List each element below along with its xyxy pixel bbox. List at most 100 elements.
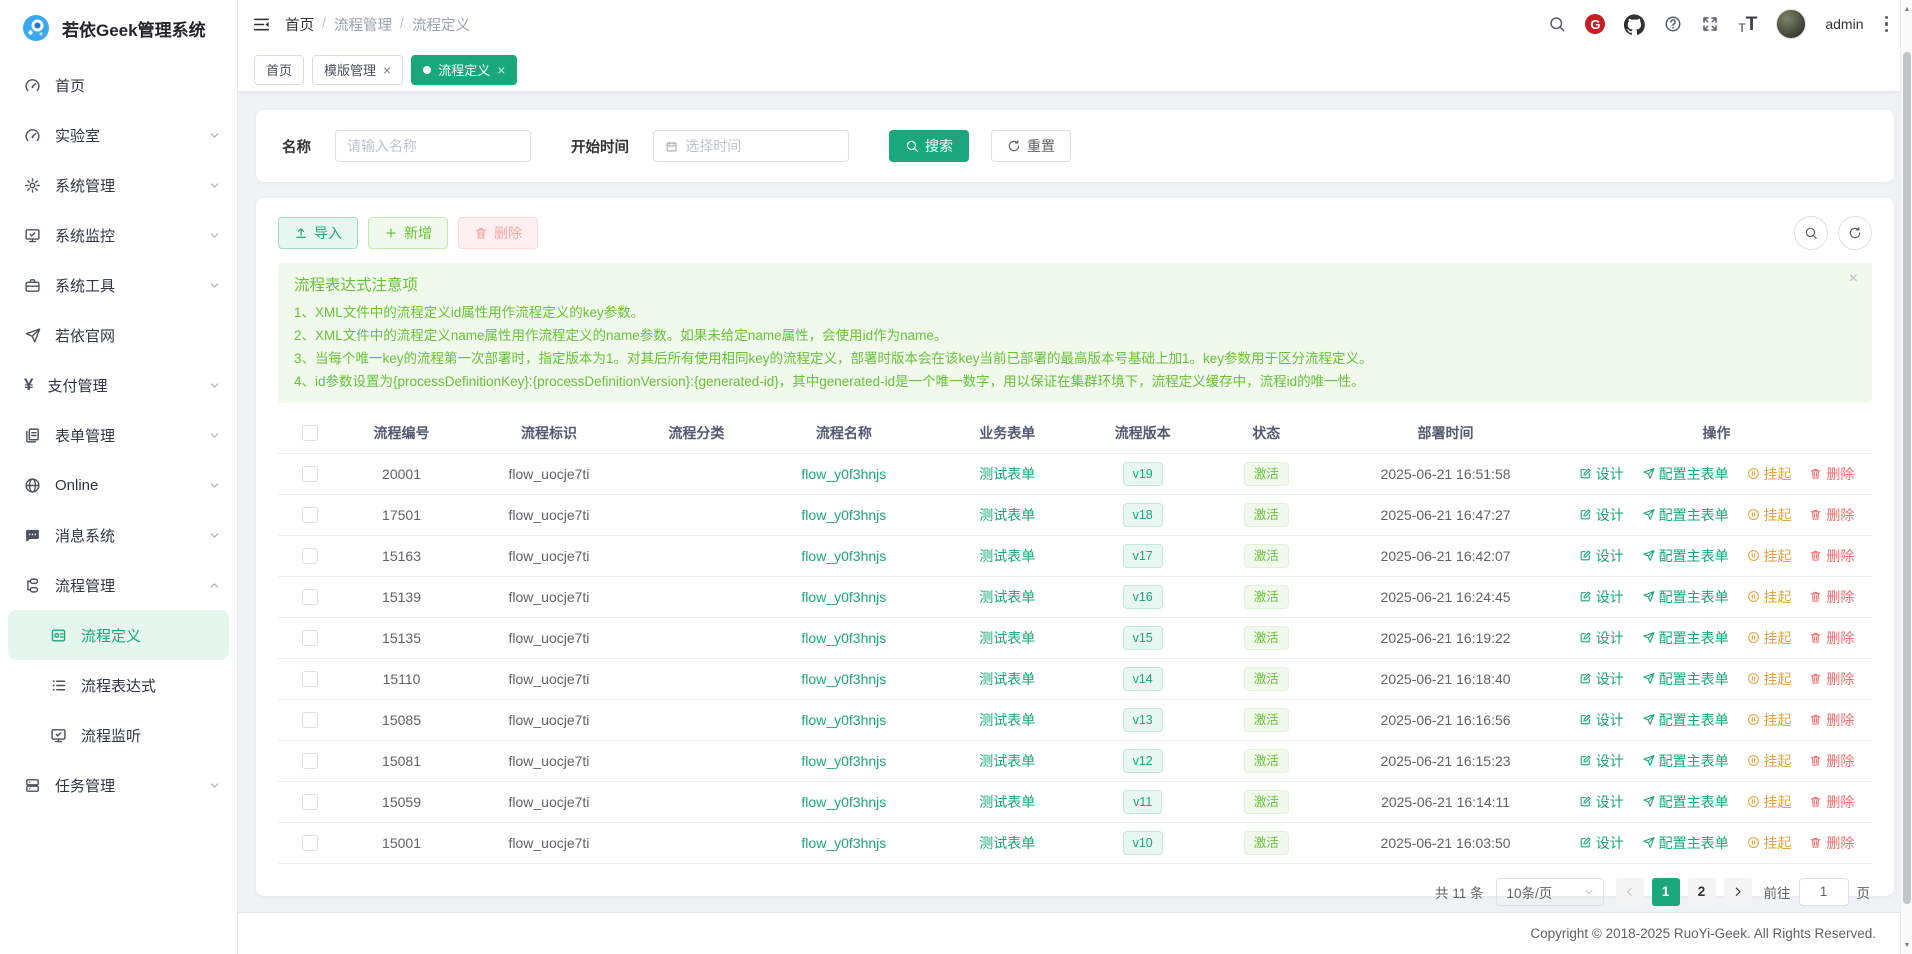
search-button[interactable]: 搜索 [889, 130, 969, 162]
cell-process-name-link[interactable]: flow_y0f3hnjs [756, 535, 931, 576]
sidebar-item-home[interactable]: 首页 [0, 60, 237, 110]
suspend-button[interactable]: 挂起 [1747, 464, 1792, 484]
cell-business-form-link[interactable]: 测试表单 [932, 617, 1083, 658]
row-delete-button[interactable]: 删除 [1809, 546, 1854, 566]
scrollbar-thumb[interactable] [1903, 52, 1911, 904]
scrollbar-down-arrow[interactable]: ▼ [1901, 938, 1912, 952]
cell-business-form-link[interactable]: 测试表单 [932, 740, 1083, 781]
suspend-button[interactable]: 挂起 [1747, 587, 1792, 607]
row-checkbox[interactable] [302, 466, 318, 482]
font-size-button[interactable] [1738, 15, 1757, 34]
row-delete-button[interactable]: 删除 [1809, 628, 1854, 648]
sidebar-item-process-definition[interactable]: 流程定义 [8, 610, 229, 660]
design-button[interactable]: 设计 [1579, 505, 1624, 525]
design-button[interactable]: 设计 [1579, 628, 1624, 648]
sidebar-item-lab[interactable]: 实验室 [0, 110, 237, 160]
row-delete-button[interactable]: 删除 [1809, 751, 1854, 771]
cell-process-name-link[interactable]: flow_y0f3hnjs [756, 494, 931, 535]
config-main-form-button[interactable]: 配置主表单 [1642, 792, 1729, 812]
design-button[interactable]: 设计 [1579, 710, 1624, 730]
goto-page-input[interactable] [1799, 878, 1849, 906]
cell-business-form-link[interactable]: 测试表单 [932, 699, 1083, 740]
row-checkbox[interactable] [302, 589, 318, 605]
suspend-button[interactable]: 挂起 [1747, 833, 1792, 853]
github-icon[interactable] [1624, 14, 1645, 35]
design-button[interactable]: 设计 [1579, 464, 1624, 484]
sidebar-collapse-button[interactable] [252, 15, 271, 34]
tab-process-definition[interactable]: 流程定义 × [411, 55, 517, 85]
sidebar-item-process-manage[interactable]: 流程管理 [0, 560, 237, 610]
refresh-table-button[interactable] [1838, 216, 1872, 250]
start-time-input[interactable] [685, 138, 837, 154]
row-delete-button[interactable]: 删除 [1809, 587, 1854, 607]
scrollbar-up-arrow[interactable]: ▲ [1901, 2, 1912, 16]
config-main-form-button[interactable]: 配置主表单 [1642, 587, 1729, 607]
select-all-checkbox[interactable] [302, 425, 318, 441]
sidebar-item-system-manage[interactable]: 系统管理 [0, 160, 237, 210]
cell-business-form-link[interactable]: 测试表单 [932, 576, 1083, 617]
cell-business-form-link[interactable]: 测试表单 [932, 822, 1083, 863]
config-main-form-button[interactable]: 配置主表单 [1642, 464, 1729, 484]
tab-home[interactable]: 首页 [254, 55, 304, 85]
cell-process-name-link[interactable]: flow_y0f3hnjs [756, 781, 931, 822]
design-button[interactable]: 设计 [1579, 751, 1624, 771]
suspend-button[interactable]: 挂起 [1747, 546, 1792, 566]
design-button[interactable]: 设计 [1579, 792, 1624, 812]
row-checkbox[interactable] [302, 753, 318, 769]
import-button[interactable]: 导入 [278, 217, 358, 249]
sidebar-item-process-listener[interactable]: 流程监听 [0, 710, 237, 760]
row-checkbox[interactable] [302, 548, 318, 564]
sidebar-item-process-expression[interactable]: 流程表达式 [0, 660, 237, 710]
fullscreen-button[interactable] [1701, 15, 1719, 33]
cell-business-form-link[interactable]: 测试表单 [932, 535, 1083, 576]
header-search-button[interactable] [1548, 15, 1566, 33]
username[interactable]: admin [1825, 16, 1863, 32]
breadcrumb-home[interactable]: 首页 [285, 14, 314, 35]
next-page-button[interactable] [1724, 878, 1752, 906]
cell-business-form-link[interactable]: 测试表单 [932, 453, 1083, 494]
suspend-button[interactable]: 挂起 [1747, 792, 1792, 812]
cell-business-form-link[interactable]: 测试表单 [932, 494, 1083, 535]
sidebar-item-official-site[interactable]: 若依官网 [0, 310, 237, 360]
sidebar-item-task-manage[interactable]: 任务管理 [0, 760, 237, 810]
toggle-search-button[interactable] [1794, 216, 1828, 250]
cell-process-name-link[interactable]: flow_y0f3hnjs [756, 822, 931, 863]
row-checkbox[interactable] [302, 794, 318, 810]
reset-button[interactable]: 重置 [991, 130, 1071, 162]
row-checkbox[interactable] [302, 671, 318, 687]
config-main-form-button[interactable]: 配置主表单 [1642, 833, 1729, 853]
name-input[interactable] [347, 138, 519, 154]
prev-page-button[interactable] [1616, 878, 1644, 906]
row-checkbox[interactable] [302, 835, 318, 851]
cell-process-name-link[interactable]: flow_y0f3hnjs [756, 576, 931, 617]
design-button[interactable]: 设计 [1579, 546, 1624, 566]
page-size-select[interactable]: 10条/页 [1496, 878, 1604, 906]
row-delete-button[interactable]: 删除 [1809, 833, 1854, 853]
suspend-button[interactable]: 挂起 [1747, 751, 1792, 771]
close-icon[interactable]: × [497, 62, 505, 78]
row-checkbox[interactable] [302, 630, 318, 646]
suspend-button[interactable]: 挂起 [1747, 505, 1792, 525]
page-1-button[interactable]: 1 [1652, 878, 1680, 906]
row-checkbox[interactable] [302, 712, 318, 728]
add-button[interactable]: 新增 [368, 217, 448, 249]
config-main-form-button[interactable]: 配置主表单 [1642, 751, 1729, 771]
config-main-form-button[interactable]: 配置主表单 [1642, 669, 1729, 689]
design-button[interactable]: 设计 [1579, 587, 1624, 607]
sidebar-item-payment[interactable]: ¥ 支付管理 [0, 360, 237, 410]
config-main-form-button[interactable]: 配置主表单 [1642, 710, 1729, 730]
help-button[interactable] [1664, 15, 1682, 33]
sidebar-item-system-tools[interactable]: 系统工具 [0, 260, 237, 310]
cell-process-name-link[interactable]: flow_y0f3hnjs [756, 617, 931, 658]
design-button[interactable]: 设计 [1579, 669, 1624, 689]
row-delete-button[interactable]: 删除 [1809, 710, 1854, 730]
row-delete-button[interactable]: 删除 [1809, 464, 1854, 484]
kebab-menu-icon[interactable] [1883, 14, 1891, 35]
config-main-form-button[interactable]: 配置主表单 [1642, 505, 1729, 525]
close-icon[interactable] [1849, 271, 1858, 287]
page-2-button[interactable]: 2 [1688, 878, 1716, 906]
suspend-button[interactable]: 挂起 [1747, 710, 1792, 730]
tab-template-manage[interactable]: 模版管理 × [312, 55, 403, 85]
row-delete-button[interactable]: 删除 [1809, 669, 1854, 689]
cell-business-form-link[interactable]: 测试表单 [932, 658, 1083, 699]
